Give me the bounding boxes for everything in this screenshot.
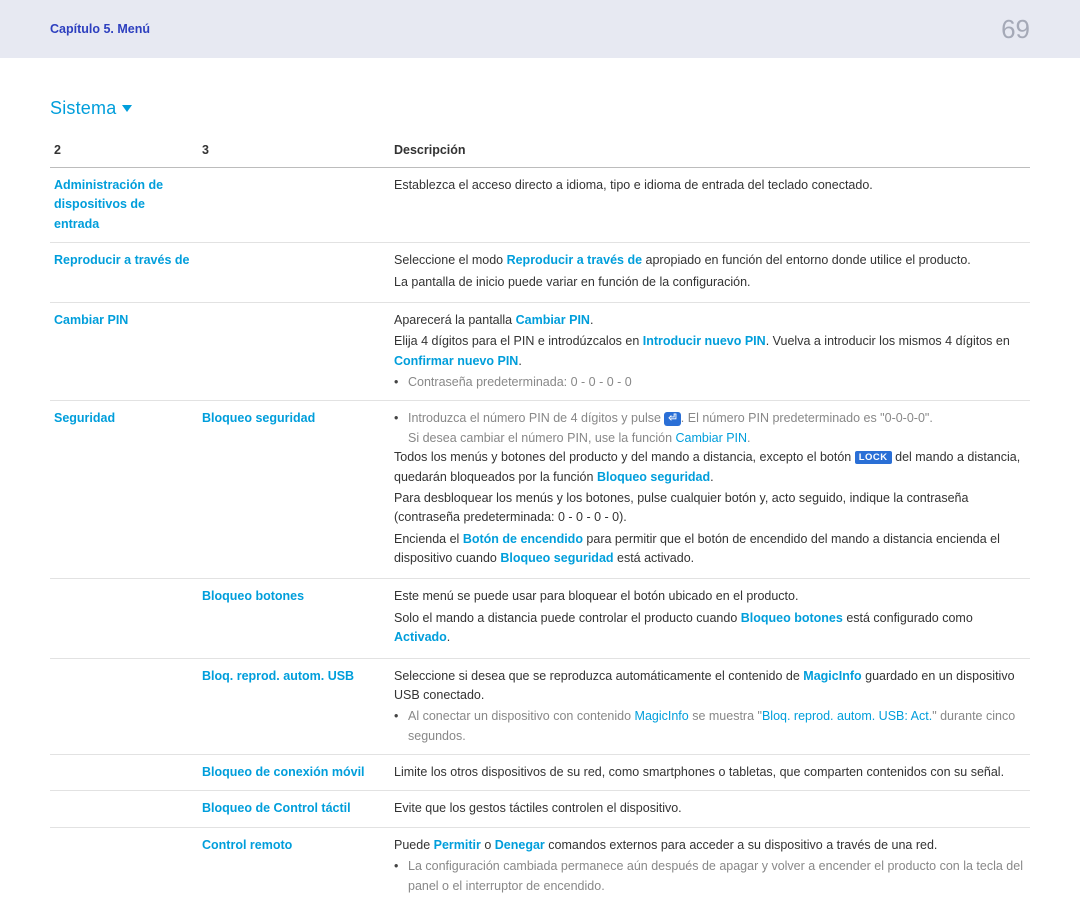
note-item: Introduzca el número PIN de 4 dígitos y … <box>394 409 1024 448</box>
setting-name: Reproducir a través de <box>54 253 189 267</box>
triangle-down-icon <box>122 105 132 112</box>
setting-name: Seguridad <box>54 411 115 425</box>
setting-desc: Encienda el Botón de encendido para perm… <box>394 530 1024 569</box>
row-control-remoto: Control remoto Puede Permitir o Denegar … <box>50 827 1030 904</box>
page-content: Sistema 2 3 Descripción Administración d… <box>0 58 1080 924</box>
chapter-title: Capítulo 5. Menú <box>50 22 150 36</box>
setting-desc: Todos los menús y botones del producto y… <box>394 448 1024 487</box>
setting-desc: Puede Permitir o Denegar comandos extern… <box>394 836 1024 855</box>
note-item-line: Si desea cambiar el número PIN, use la f… <box>408 429 1024 448</box>
setting-desc: Limite los otros dispositivos de su red,… <box>394 765 1004 779</box>
setting-desc: La pantalla de inicio puede variar en fu… <box>394 273 1024 292</box>
note-list: Al conectar un dispositivo con contenido… <box>394 707 1024 746</box>
row-bloq-usb: Bloq. reprod. autom. USB Seleccione si d… <box>50 658 1030 755</box>
note-item: Al conectar un dispositivo con contenido… <box>394 707 1024 746</box>
col-2: 2 <box>50 137 198 168</box>
setting-desc: Seleccione el modo Reproducir a través d… <box>394 251 1024 270</box>
section-title-text: Sistema <box>50 98 116 119</box>
page-number: 69 <box>1001 14 1030 45</box>
section-title: Sistema <box>50 98 1030 119</box>
setting-sub: Bloqueo de Control táctil <box>202 801 351 815</box>
row-bloqueo-movil: Bloqueo de conexión móvil Limite los otr… <box>50 755 1030 791</box>
setting-name: Administración de dispositivos de entrad… <box>54 178 163 231</box>
setting-sub: Bloqueo seguridad <box>202 411 315 425</box>
setting-desc: Elija 4 dígitos para el PIN e introdúzca… <box>394 332 1024 371</box>
setting-desc: Aparecerá la pantalla Cambiar PIN. <box>394 311 1024 330</box>
settings-table: 2 3 Descripción Administración de dispos… <box>50 137 1030 904</box>
setting-name: Cambiar PIN <box>54 313 128 327</box>
setting-sub: Bloqueo botones <box>202 589 304 603</box>
setting-desc: Seleccione si desea que se reproduzca au… <box>394 667 1024 706</box>
setting-desc: Este menú se puede usar para bloquear el… <box>394 587 1024 606</box>
row-bloqueo-tactil: Bloqueo de Control táctil Evite que los … <box>50 791 1030 827</box>
lock-icon: LOCK <box>855 451 892 464</box>
row-admin: Administración de dispositivos de entrad… <box>50 168 1030 243</box>
note-list: Introduzca el número PIN de 4 dígitos y … <box>394 409 1024 448</box>
note-list: La configuración cambiada permanece aún … <box>394 857 1024 896</box>
setting-desc: Establezca el acceso directo a idioma, t… <box>394 178 873 192</box>
row-bloqueo-botones: Bloqueo botones Este menú se puede usar … <box>50 579 1030 658</box>
note-list: Contraseña predeterminada: 0 - 0 - 0 - 0 <box>394 373 1024 392</box>
setting-sub: Bloqueo de conexión móvil <box>202 765 365 779</box>
note-item: La configuración cambiada permanece aún … <box>394 857 1024 896</box>
col-desc: Descripción <box>390 137 1030 168</box>
setting-sub: Bloq. reprod. autom. USB <box>202 669 354 683</box>
row-seguridad: Seguridad Bloqueo seguridad Introduzca e… <box>50 401 1030 579</box>
row-reproducir: Reproducir a través de Seleccione el mod… <box>50 243 1030 303</box>
row-cambiar-pin: Cambiar PIN Aparecerá la pantalla Cambia… <box>50 302 1030 401</box>
col-3: 3 <box>198 137 390 168</box>
enter-icon: ⏎ <box>664 412 680 426</box>
setting-desc: Para desbloquear los menús y los botones… <box>394 489 1024 528</box>
table-header-row: 2 3 Descripción <box>50 137 1030 168</box>
setting-desc: Solo el mando a distancia puede controla… <box>394 609 1024 648</box>
setting-desc: Evite que los gestos táctiles controlen … <box>394 801 682 815</box>
note-item: Contraseña predeterminada: 0 - 0 - 0 - 0 <box>394 373 1024 392</box>
page-header: Capítulo 5. Menú 69 <box>0 0 1080 58</box>
setting-sub: Control remoto <box>202 838 292 852</box>
